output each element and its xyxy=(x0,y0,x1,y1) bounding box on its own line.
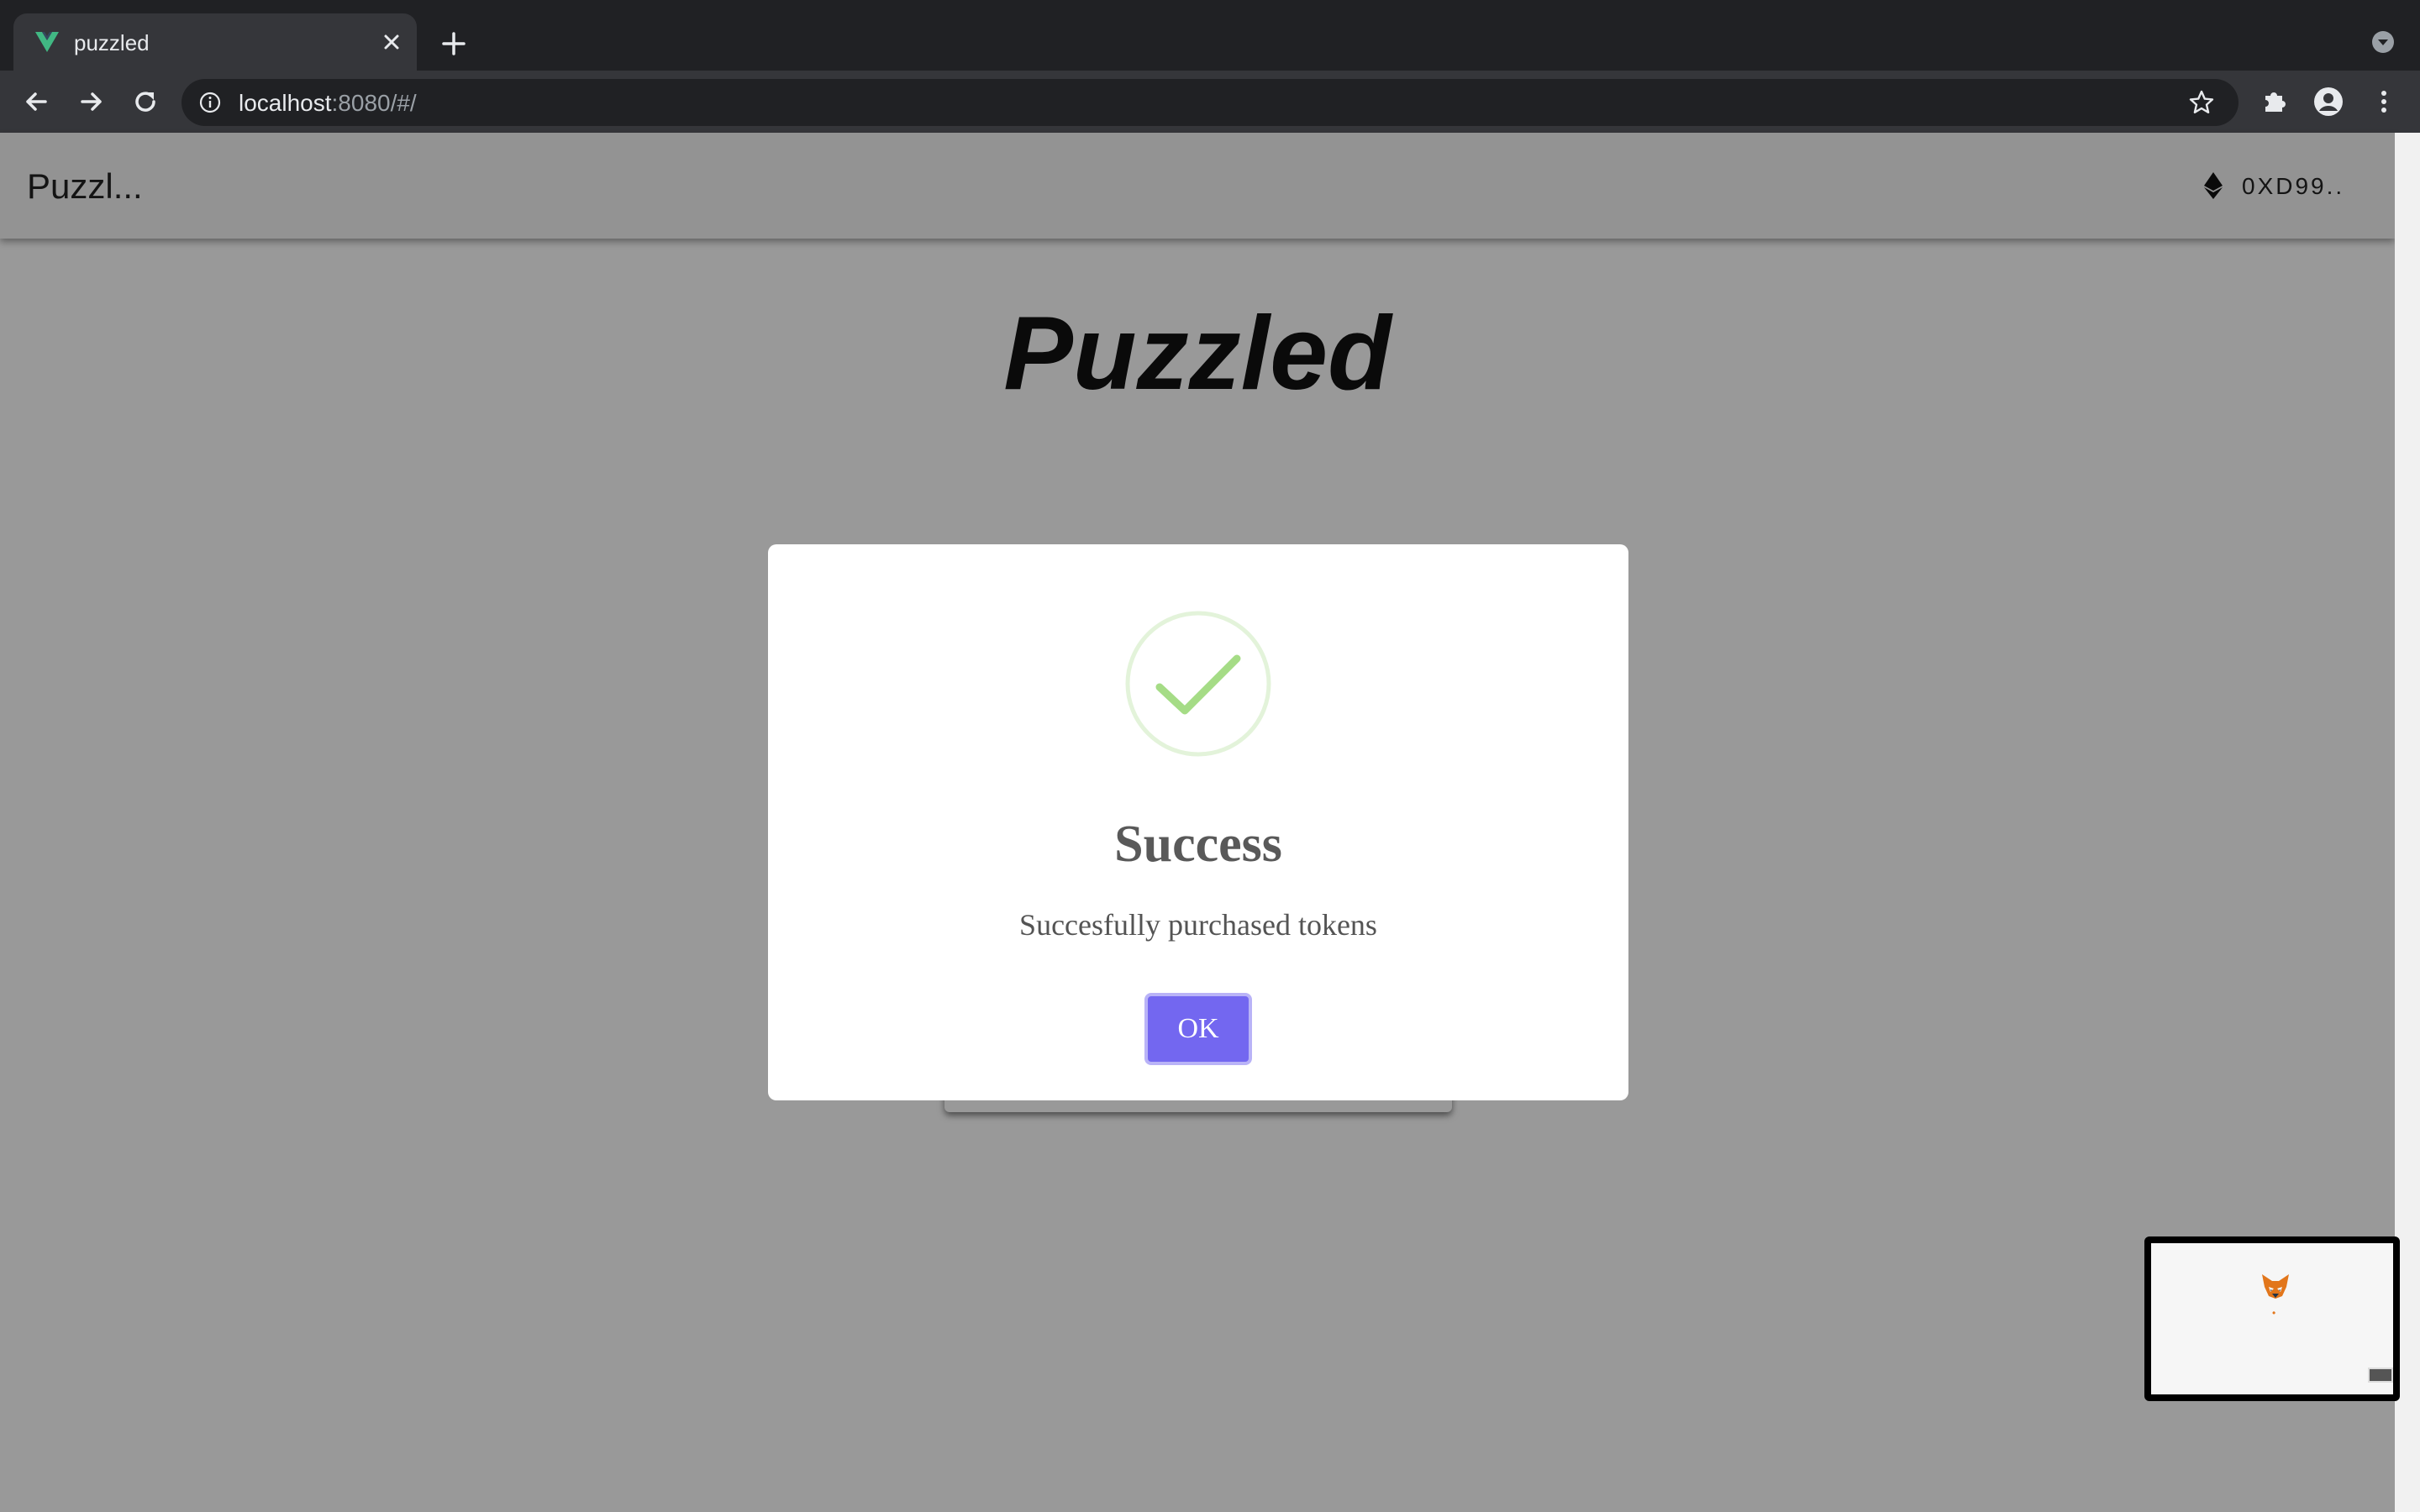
loading-dots: • xyxy=(2272,1307,2276,1319)
success-dialog: Success Succesfully purchased tokens OK xyxy=(768,544,1628,1100)
metamask-fox-icon xyxy=(2262,1274,2289,1299)
metamask-popup-window[interactable]: • xyxy=(2144,1236,2400,1401)
back-icon[interactable] xyxy=(20,86,52,118)
tab-search-icon[interactable] xyxy=(2370,29,2396,55)
url-text: localhost:8080/#/ xyxy=(239,90,417,117)
dialog-title: Success xyxy=(1114,816,1282,873)
dialog-message: Succesfully purchased tokens xyxy=(1019,908,1377,942)
tab-strip: puzzled xyxy=(0,0,2420,71)
profile-avatar-icon[interactable] xyxy=(2312,86,2344,118)
window-restore-icon[interactable] xyxy=(2368,1368,2393,1383)
tab-title: puzzled xyxy=(74,30,150,55)
info-icon[interactable] xyxy=(198,91,222,114)
url-host: localhost xyxy=(239,90,332,116)
bookmark-star-icon[interactable] xyxy=(2188,89,2215,116)
browser-toolbar: localhost:8080/#/ xyxy=(0,71,2420,133)
more-menu-icon[interactable] xyxy=(2368,86,2400,118)
reload-icon[interactable] xyxy=(129,86,161,118)
close-icon[interactable] xyxy=(378,29,405,55)
tab-puzzled[interactable]: puzzled xyxy=(13,13,417,71)
forward-icon[interactable] xyxy=(76,86,108,118)
url-path: :8080/#/ xyxy=(331,90,417,116)
extensions-puzzle-icon[interactable] xyxy=(2259,86,2291,118)
vue-logo-icon xyxy=(35,32,59,52)
new-tab-icon[interactable] xyxy=(439,29,469,59)
ok-button[interactable]: OK xyxy=(1144,993,1252,1065)
address-bar[interactable]: localhost:8080/#/ xyxy=(182,79,2238,126)
success-check-icon xyxy=(1125,611,1271,757)
ok-button-label: OK xyxy=(1177,1013,1219,1044)
